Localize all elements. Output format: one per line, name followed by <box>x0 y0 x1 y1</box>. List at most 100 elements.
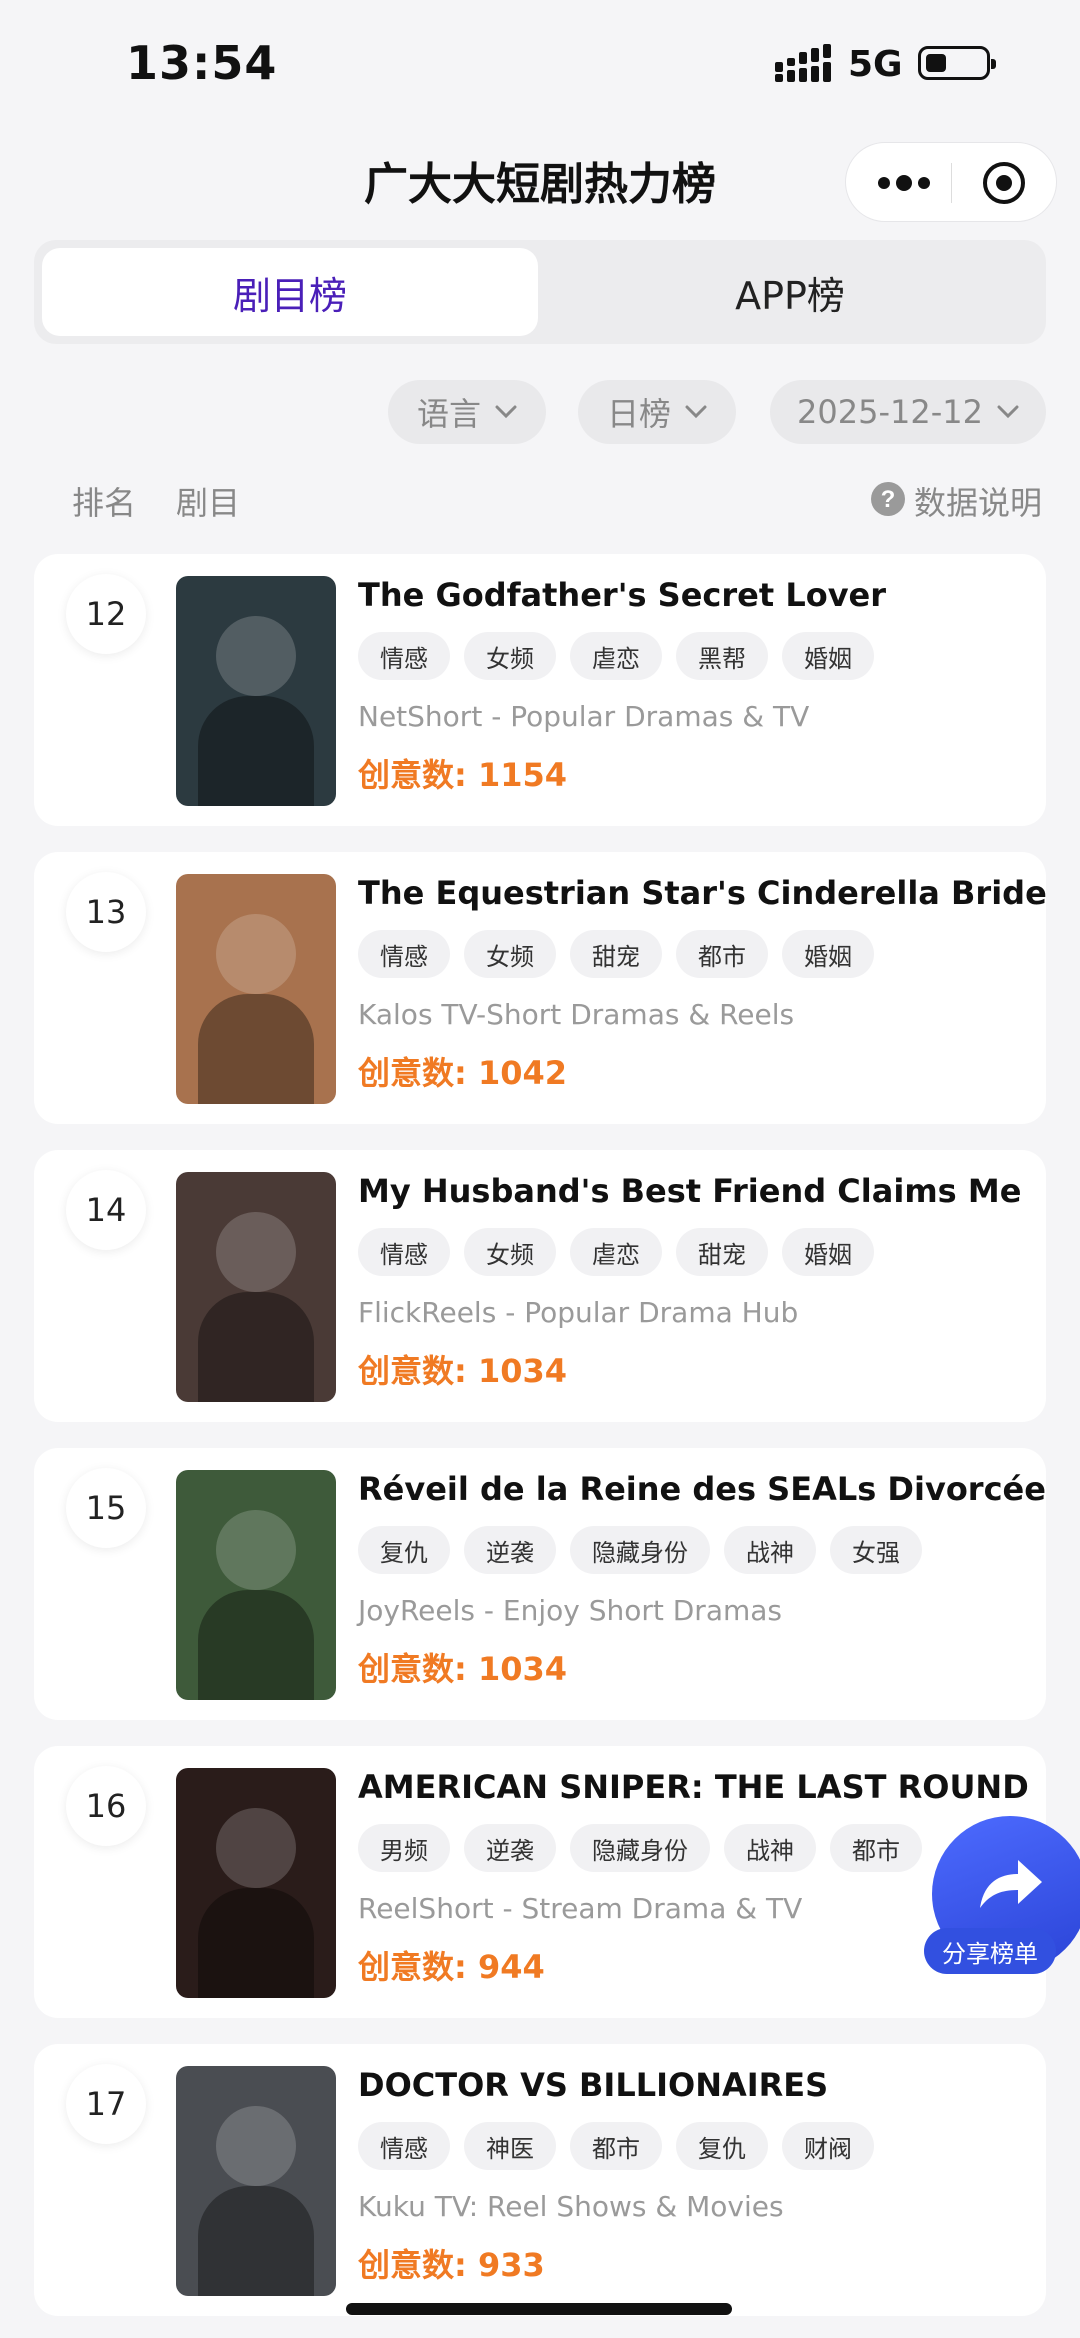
chevron-down-icon <box>685 405 707 419</box>
rank-badge: 14 <box>66 1170 146 1250</box>
genre-tag: 虐恋 <box>570 632 662 680</box>
drama-card[interactable]: 12 The Godfather's Secret Lover 情感 女频 虐恋… <box>34 554 1046 826</box>
language-filter[interactable]: 语言 <box>388 380 546 444</box>
rank-badge: 16 <box>66 1766 146 1846</box>
drama-card[interactable]: 13 The Equestrian Star's Cinderella Brid… <box>34 852 1047 1124</box>
genre-tag: 甜宠 <box>676 1228 768 1276</box>
poster-image <box>176 1172 336 1402</box>
title-bar: 广大大短剧热力榜 <box>0 130 1080 240</box>
genre-tag: 女频 <box>464 632 556 680</box>
language-filter-label: 语言 <box>416 395 481 433</box>
drama-title: The Godfather's Secret Lover <box>358 576 887 614</box>
rank-badge: 13 <box>66 872 146 952</box>
app-name: Kuku TV: Reel Shows & Movies <box>358 2190 784 2223</box>
tab-drama-ranking[interactable]: 剧目榜 <box>42 248 538 336</box>
genre-tag: 婚姻 <box>782 1228 874 1276</box>
tab-app-ranking[interactable]: APP榜 <box>542 248 1038 336</box>
poster-image <box>176 1470 336 1700</box>
genre-tag: 逆袭 <box>464 1824 556 1872</box>
share-arrow-icon <box>980 1860 1042 1908</box>
genre-tag: 女频 <box>464 1228 556 1276</box>
chevron-down-icon <box>495 405 517 419</box>
tag-list: 复仇 逆袭 隐藏身份 战神 女强 <box>358 1526 922 1574</box>
close-target-icon[interactable] <box>981 160 1027 206</box>
drama-title: AMERICAN SNIPER: THE LAST ROUND <box>358 1768 1029 1806</box>
status-bar: 13:54 5G <box>0 0 1080 120</box>
genre-tag: 复仇 <box>358 1526 450 1574</box>
rank-badge: 15 <box>66 1468 146 1548</box>
genre-tag: 都市 <box>570 2122 662 2170</box>
genre-tag: 男频 <box>358 1824 450 1872</box>
title-column-header: 剧目 <box>176 484 241 522</box>
svg-text:?: ? <box>881 486 896 513</box>
capsule-divider <box>951 163 952 203</box>
app-name: ReelShort - Stream Drama & TV <box>358 1892 803 1925</box>
genre-tag: 情感 <box>358 2122 450 2170</box>
genre-tag: 财阀 <box>782 2122 874 2170</box>
tag-list: 情感 女频 甜宠 都市 婚姻 <box>358 930 874 978</box>
app-name: JoyReels - Enjoy Short Dramas <box>358 1594 782 1627</box>
creative-count: 创意数: 1034 <box>358 1650 568 1688</box>
creative-count: 创意数: 933 <box>358 2246 545 2284</box>
rank-column-header: 排名 <box>72 484 137 522</box>
home-indicator <box>346 2303 732 2315</box>
drama-card[interactable]: 16 AMERICAN SNIPER: THE LAST ROUND 男频 逆袭… <box>34 1746 1046 2018</box>
data-explanation-link[interactable]: 数据说明 <box>914 478 1042 524</box>
genre-tag: 战神 <box>724 1824 816 1872</box>
app-name: FlickReels - Popular Drama Hub <box>358 1296 799 1329</box>
genre-tag: 战神 <box>724 1526 816 1574</box>
chevron-down-icon <box>997 405 1019 419</box>
genre-tag: 婚姻 <box>782 632 874 680</box>
creative-count: 创意数: 944 <box>358 1948 545 1986</box>
genre-tag: 神医 <box>464 2122 556 2170</box>
clock: 13:54 <box>126 36 278 90</box>
app-name: NetShort - Popular Dramas & TV <box>358 700 810 733</box>
share-ranking-button[interactable]: 分享榜单 <box>924 1816 1080 1976</box>
genre-tag: 女强 <box>830 1526 922 1574</box>
rank-badge: 17 <box>66 2064 146 2144</box>
tab-bar: 剧目榜 APP榜 <box>34 240 1046 344</box>
genre-tag: 复仇 <box>676 2122 768 2170</box>
creative-count: 创意数: 1154 <box>358 756 568 794</box>
genre-tag: 情感 <box>358 1228 450 1276</box>
drama-title: Réveil de la Reine des SEALs Divorcée <box>358 1470 1046 1508</box>
poster-image <box>176 874 336 1104</box>
drama-title: The Equestrian Star's Cinderella Bride <box>358 874 1047 912</box>
genre-tag: 女频 <box>464 930 556 978</box>
genre-tag: 甜宠 <box>570 930 662 978</box>
battery-icon <box>918 46 996 80</box>
genre-tag: 情感 <box>358 632 450 680</box>
genre-tag: 隐藏身份 <box>570 1824 710 1872</box>
signal-icon <box>775 44 831 82</box>
tag-list: 情感 神医 都市 复仇 财阀 <box>358 2122 874 2170</box>
share-button-label: 分享榜单 <box>924 1928 1056 1974</box>
period-filter[interactable]: 日榜 <box>578 380 736 444</box>
genre-tag: 都市 <box>676 930 768 978</box>
poster-image <box>176 1768 336 1998</box>
mini-program-capsule <box>845 142 1057 222</box>
creative-count: 创意数: 1034 <box>358 1352 568 1390</box>
drama-card[interactable]: 17 DOCTOR VS BILLIONAIRES 情感 神医 都市 复仇 财阀… <box>34 2044 1046 2316</box>
date-filter[interactable]: 2025-12-12 <box>770 380 1046 444</box>
rank-badge: 12 <box>66 574 146 654</box>
drama-card[interactable]: 14 My Husband's Best Friend Claims Me 情感… <box>34 1150 1046 1422</box>
help-icon[interactable]: ? <box>870 481 906 517</box>
more-icon[interactable] <box>876 171 932 195</box>
genre-tag: 婚姻 <box>782 930 874 978</box>
genre-tag: 虐恋 <box>570 1228 662 1276</box>
app-name: Kalos TV-Short Dramas & Reels <box>358 998 795 1031</box>
tag-list: 情感 女频 虐恋 甜宠 婚姻 <box>358 1228 874 1276</box>
genre-tag: 隐藏身份 <box>570 1526 710 1574</box>
tag-list: 男频 逆袭 隐藏身份 战神 都市 <box>358 1824 922 1872</box>
creative-count: 创意数: 1042 <box>358 1054 568 1092</box>
genre-tag: 都市 <box>830 1824 922 1872</box>
drama-title: DOCTOR VS BILLIONAIRES <box>358 2066 829 2104</box>
drama-card[interactable]: 15 Réveil de la Reine des SEALs Divorcée… <box>34 1448 1046 1720</box>
poster-image <box>176 576 336 806</box>
poster-image <box>176 2066 336 2296</box>
genre-tag: 情感 <box>358 930 450 978</box>
drama-title: My Husband's Best Friend Claims Me <box>358 1172 1022 1210</box>
tag-list: 情感 女频 虐恋 黑帮 婚姻 <box>358 632 874 680</box>
network-type: 5G <box>848 44 903 85</box>
genre-tag: 黑帮 <box>676 632 768 680</box>
